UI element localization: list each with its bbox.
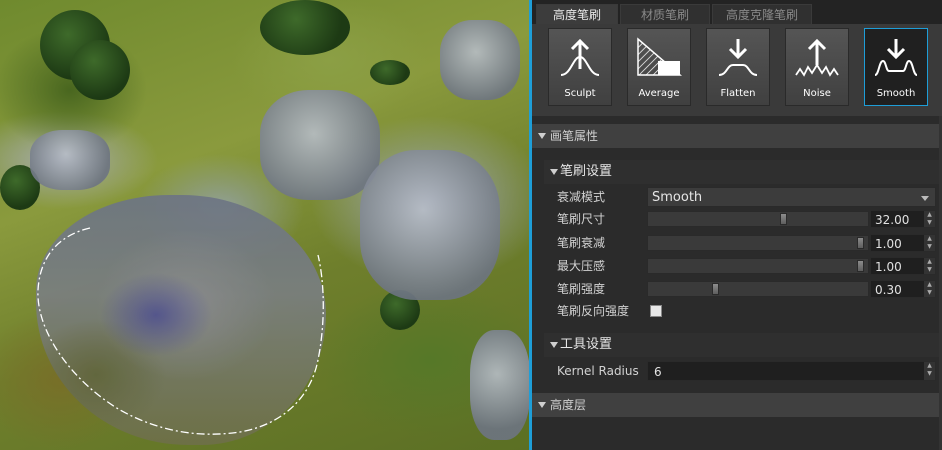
slider-handle[interactable] (857, 237, 864, 249)
section-title: 高度层 (550, 398, 587, 412)
brush-settings-header[interactable]: 笔刷设置 (544, 160, 942, 184)
smooth-tool-button[interactable]: Smooth (864, 28, 928, 106)
noise-icon (795, 38, 839, 77)
brush-panel: 高度笔刷 材质笔刷 高度克隆笔刷 Sculpt Average Flatten … (532, 0, 942, 450)
expand-triangle-icon (550, 169, 558, 175)
spinner-icon[interactable]: ▲ ▼ (924, 211, 935, 227)
sculpt-tool-button[interactable]: Sculpt (548, 28, 612, 106)
height-layers-header[interactable]: 高度层 (532, 393, 942, 417)
flatten-tool-button[interactable]: Flatten (706, 28, 770, 106)
tool-label: Sculpt (564, 88, 596, 99)
brush-invert-checkbox[interactable] (650, 305, 662, 317)
smooth-icon (874, 39, 918, 76)
brush-size-label: 笔刷尺寸 (557, 212, 606, 226)
brush-strength-slider[interactable] (647, 281, 869, 297)
spinner-icon[interactable]: ▲ ▼ (924, 281, 935, 297)
average-icon (637, 37, 682, 76)
tool-label: Flatten (720, 88, 756, 99)
max-pressure-field[interactable]: 1.00 ▲ ▼ (870, 257, 936, 275)
field-value: 0.30 (875, 283, 902, 297)
expand-triangle-icon (538, 402, 546, 408)
brush-falloff-label: 笔刷衰减 (557, 236, 606, 250)
noise-tool-button[interactable]: Noise (785, 28, 849, 106)
brush-properties-header[interactable]: 画笔属性 (532, 124, 942, 148)
slider-handle[interactable] (857, 260, 864, 272)
kernel-radius-label: Kernel Radius (557, 364, 639, 378)
field-value: 1.00 (875, 237, 902, 251)
spinner-icon[interactable]: ▲ ▼ (924, 258, 935, 274)
flatten-icon (718, 39, 758, 76)
tool-label: Average (638, 88, 680, 99)
slider-handle[interactable] (712, 283, 719, 295)
kernel-radius-field[interactable]: 6 ▲ ▼ (647, 361, 936, 381)
sculpt-icon (560, 38, 600, 76)
brush-size-field[interactable]: 32.00 ▲ ▼ (870, 210, 936, 228)
tool-label: Smooth (876, 88, 916, 99)
max-pressure-label: 最大压感 (557, 259, 606, 273)
field-value: 1.00 (875, 260, 902, 274)
brush-falloff-field[interactable]: 1.00 ▲ ▼ (870, 234, 936, 252)
slider-handle[interactable] (780, 213, 787, 225)
tool-settings-header[interactable]: 工具设置 (544, 333, 942, 357)
tab-bar: 高度笔刷 材质笔刷 高度克隆笔刷 (532, 0, 942, 24)
brush-strength-field[interactable]: 0.30 ▲ ▼ (870, 280, 936, 298)
dropdown-value: Smooth (652, 190, 703, 205)
spinner-icon[interactable]: ▲ ▼ (924, 235, 935, 251)
subsection-title: 工具设置 (560, 337, 613, 352)
brush-falloff-slider[interactable] (647, 235, 869, 251)
expand-triangle-icon (550, 342, 558, 348)
field-value: 32.00 (875, 213, 910, 227)
spinner-icon[interactable]: ▲ ▼ (924, 362, 935, 380)
brush-cursor (37, 227, 324, 435)
field-value: 6 (654, 365, 662, 379)
section-title: 画笔属性 (550, 129, 599, 143)
expand-triangle-icon (538, 133, 546, 139)
tab-material-brush[interactable]: 材质笔刷 (620, 4, 710, 24)
tab-height-clone-brush[interactable]: 高度克隆笔刷 (712, 4, 812, 24)
brush-strength-label: 笔刷强度 (557, 282, 606, 296)
brush-invert-label: 笔刷反向强度 (557, 304, 630, 318)
subsection-title: 笔刷设置 (560, 164, 613, 179)
terrain-viewport[interactable] (0, 0, 529, 450)
tab-height-brush[interactable]: 高度笔刷 (536, 4, 618, 24)
brush-size-slider[interactable] (647, 211, 869, 227)
chevron-down-icon (921, 196, 929, 201)
max-pressure-slider[interactable] (647, 258, 869, 274)
brush-tool-row: Sculpt Average Flatten Noise Smooth (532, 24, 942, 116)
tool-label: Noise (803, 88, 831, 99)
average-tool-button[interactable]: Average (627, 28, 691, 106)
falloff-mode-label: 衰减模式 (557, 190, 606, 204)
falloff-mode-dropdown[interactable]: Smooth (647, 187, 936, 207)
